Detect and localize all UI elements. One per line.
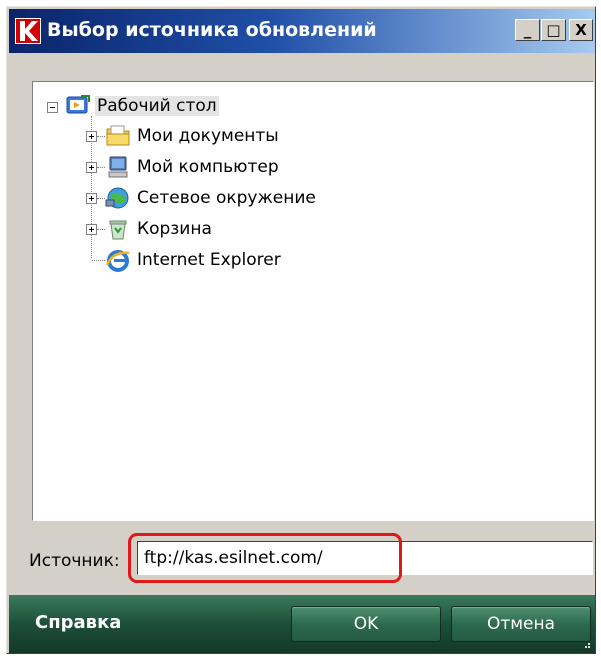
window-title: Выбор источника обновлений	[47, 19, 377, 41]
ok-button[interactable]: OK	[291, 606, 441, 642]
expand-toggle[interactable]	[86, 162, 97, 173]
tree-item-label: Сетевое окружение	[137, 188, 316, 208]
tree-item-label: Мой компьютер	[137, 157, 279, 177]
minimize-icon: _	[523, 21, 532, 39]
resize-grip-icon[interactable]	[581, 639, 591, 649]
minimize-button[interactable]: _	[515, 19, 540, 41]
source-label: Источник:	[29, 551, 120, 571]
tree-connector-line	[97, 167, 105, 169]
internet-explorer-icon	[105, 250, 130, 272]
expand-toggle[interactable]	[86, 193, 97, 204]
help-link[interactable]: Справка	[35, 612, 121, 633]
dialog-footer: Справка OK Отмена	[9, 595, 595, 653]
tree-connector-line	[97, 136, 105, 138]
desktop-icon	[66, 95, 90, 114]
tree-item-desktop[interactable]: Рабочий стол	[95, 93, 219, 119]
source-input[interactable]	[137, 541, 593, 575]
my-computer-icon	[108, 156, 128, 178]
tree-item-label: Рабочий стол	[95, 96, 219, 116]
expand-toggle[interactable]	[86, 224, 97, 235]
maximize-icon: □	[546, 21, 561, 39]
cancel-button[interactable]: Отмена	[451, 606, 591, 642]
tree-item-label: Мои документы	[137, 126, 279, 146]
tree-connector-line	[92, 260, 105, 262]
tree-connector-line	[97, 229, 105, 231]
tree-item-label: Internet Explorer	[137, 250, 281, 270]
my-documents-icon	[106, 125, 130, 146]
maximize-button[interactable]: □	[541, 19, 566, 41]
folder-tree[interactable]: Рабочий стол Мои документы Мой компьютер…	[32, 81, 594, 521]
tree-item-my-documents[interactable]: Мои документы	[137, 123, 279, 149]
tree-item-recycle-bin[interactable]: Корзина	[137, 216, 212, 242]
expand-toggle[interactable]	[86, 131, 97, 142]
kaspersky-logo-icon	[15, 18, 41, 44]
update-source-dialog: Выбор источника обновлений _ □ X Рабочий…	[6, 6, 596, 654]
tree-item-label: Корзина	[137, 219, 212, 239]
tree-item-internet-explorer[interactable]: Internet Explorer	[137, 247, 281, 273]
title-bar[interactable]: Выбор источника обновлений _ □ X	[9, 9, 595, 53]
collapse-root-toggle[interactable]	[47, 102, 58, 113]
tree-item-network-places[interactable]: Сетевое окружение	[137, 185, 316, 211]
recycle-bin-icon	[109, 220, 127, 240]
tree-connector-line	[97, 198, 105, 200]
close-icon: X	[575, 21, 587, 39]
close-button[interactable]: X	[569, 19, 593, 41]
tree-item-my-computer[interactable]: Мой компьютер	[137, 154, 279, 180]
network-places-icon	[105, 187, 129, 209]
